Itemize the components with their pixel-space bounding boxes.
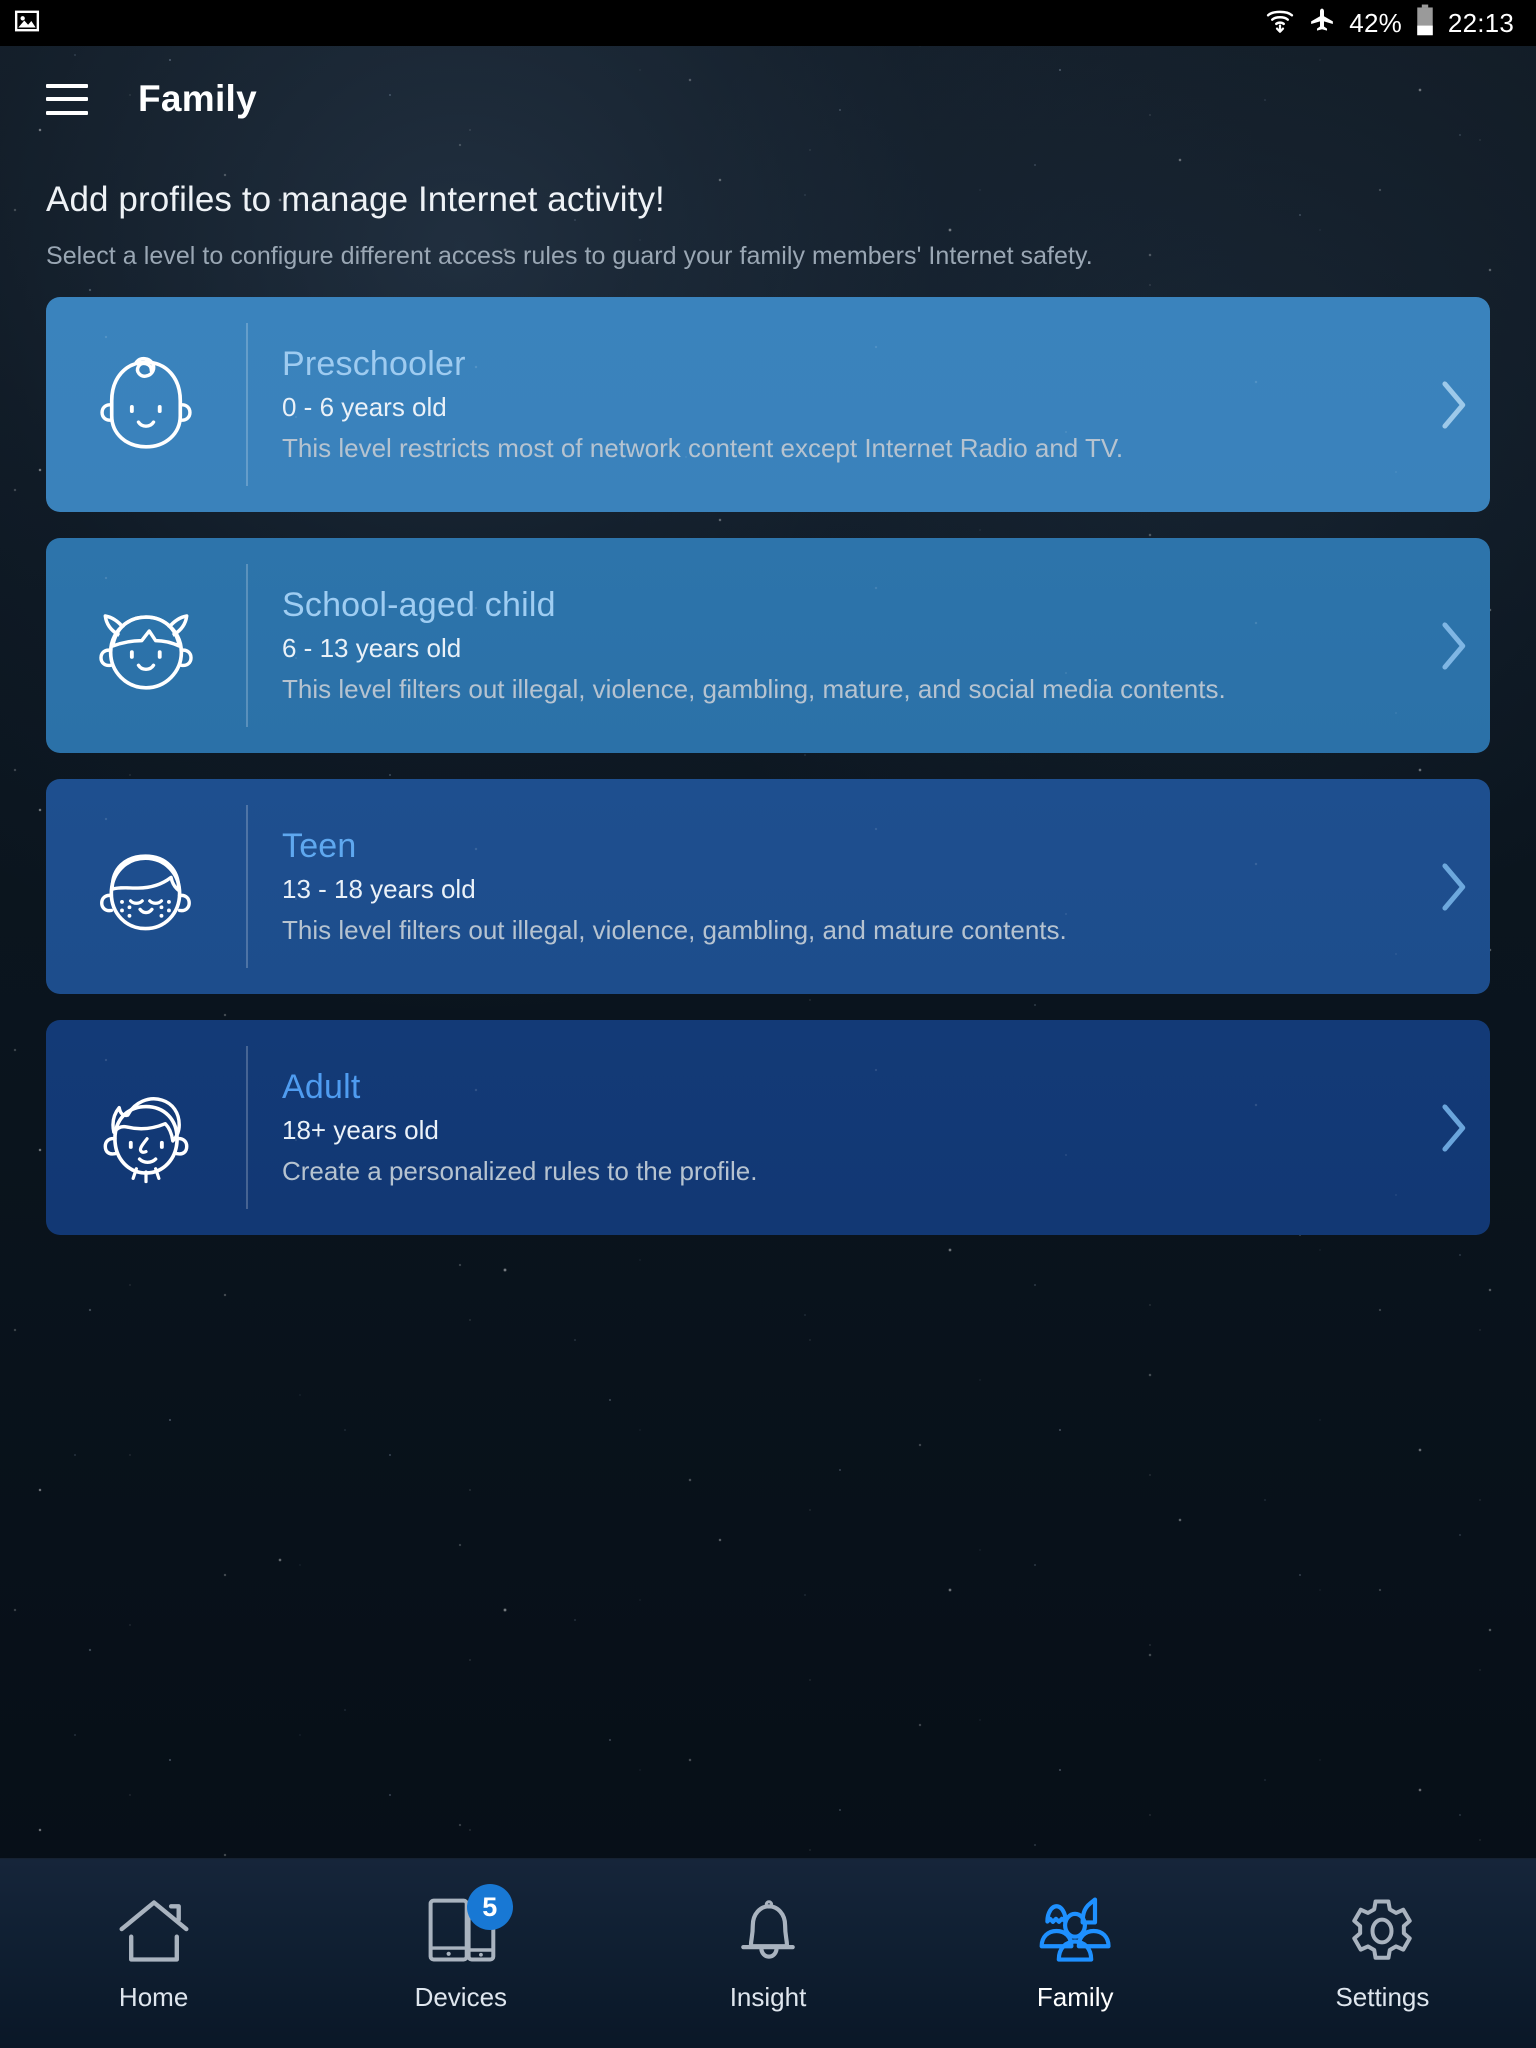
wifi-icon	[1265, 5, 1295, 42]
intro-section: Add profiles to manage Internet activity…	[0, 152, 1536, 271]
nav-tab-devices[interactable]: 5 Devices	[307, 1859, 614, 2048]
hamburger-bar-1	[46, 83, 88, 88]
profile-card-teen[interactable]: Teen 13 - 18 years old This level filter…	[46, 779, 1490, 994]
baby-face-icon	[46, 345, 246, 465]
profile-card-text: Preschooler 0 - 6 years old This level r…	[248, 343, 1416, 465]
intro-heading: Add profiles to manage Internet activity…	[46, 180, 665, 219]
profile-level-list: Preschooler 0 - 6 years old This level r…	[0, 271, 1536, 1235]
nav-label-home: Home	[118, 1982, 189, 2012]
nav-tab-insight[interactable]: Insight	[614, 1859, 921, 2048]
profile-card-text: Adult 18+ years old Create a personalize…	[248, 1066, 1416, 1188]
status-bar: 42% 22:13	[0, 0, 1536, 46]
intro-subheading: Select a level to configure different ac…	[46, 242, 1093, 270]
hamburger-menu-icon[interactable]	[46, 83, 88, 115]
devices-count-badge: 5	[466, 1884, 513, 1930]
profile-age-range: 18+ years old	[282, 1114, 439, 1145]
profile-description: Create a personalized rules to the profi…	[282, 1155, 758, 1186]
status-bar-left	[14, 8, 40, 39]
girl-face-icon	[46, 586, 246, 706]
app-header: Family	[0, 46, 1536, 152]
battery-percent-label: 42%	[1349, 7, 1402, 38]
profile-card-preschooler[interactable]: Preschooler 0 - 6 years old This level r…	[46, 297, 1490, 512]
profile-age-range: 0 - 6 years old	[282, 391, 447, 422]
people-icon	[1035, 1894, 1115, 1966]
nav-tab-family[interactable]: Family	[922, 1859, 1229, 2048]
airplane-mode-icon	[1308, 6, 1336, 41]
gear-icon	[1344, 1894, 1420, 1966]
chevron-right-icon[interactable]	[1416, 620, 1490, 672]
profile-description: This level filters out illegal, violence…	[282, 914, 1067, 945]
house-icon	[116, 1894, 192, 1966]
hamburger-bar-2	[46, 97, 88, 101]
profile-card-text: School-aged child 6 - 13 years old This …	[248, 584, 1416, 706]
teen-face-icon	[46, 827, 246, 947]
nav-label-family: Family	[1036, 1982, 1114, 2012]
nav-tab-settings[interactable]: Settings	[1229, 1859, 1536, 2048]
profile-title: Teen	[282, 827, 357, 866]
profile-description: This level restricts most of network con…	[282, 432, 1124, 463]
profile-card-adult[interactable]: Adult 18+ years old Create a personalize…	[46, 1020, 1490, 1235]
chevron-right-icon[interactable]	[1416, 1102, 1490, 1154]
nav-label-devices: Devices	[414, 1982, 508, 2012]
image-icon	[14, 8, 40, 39]
profile-age-range: 6 - 13 years old	[282, 632, 462, 663]
bell-icon	[730, 1894, 806, 1966]
status-bar-right: 42% 22:13	[1265, 4, 1514, 43]
hamburger-bar-3	[46, 110, 88, 115]
chevron-right-icon[interactable]	[1416, 861, 1490, 913]
page-title: Family	[138, 78, 258, 119]
clock-label: 22:13	[1447, 7, 1514, 38]
profile-title: Preschooler	[282, 345, 466, 384]
app-root: 42% 22:13 Family Add profiles to manage …	[0, 0, 1536, 2048]
profile-description: This level filters out illegal, violence…	[282, 673, 1226, 704]
profile-age-range: 13 - 18 years old	[282, 873, 476, 904]
profile-title: Adult	[282, 1068, 361, 1107]
battery-icon	[1415, 4, 1435, 43]
adult-face-icon	[46, 1068, 246, 1188]
profile-card-text: Teen 13 - 18 years old This level filter…	[248, 825, 1416, 947]
nav-label-settings: Settings	[1335, 1982, 1430, 2012]
chevron-right-icon[interactable]	[1416, 379, 1490, 431]
nav-label-insight: Insight	[729, 1982, 807, 2012]
nav-tab-home[interactable]: Home	[0, 1859, 307, 2048]
devices-icon: 5	[423, 1884, 513, 1966]
profile-title: School-aged child	[282, 586, 556, 625]
profile-card-school-aged-child[interactable]: School-aged child 6 - 13 years old This …	[46, 538, 1490, 753]
bottom-navigation-bar: Home 5 Devices Insight Family Settings	[0, 1858, 1536, 2048]
